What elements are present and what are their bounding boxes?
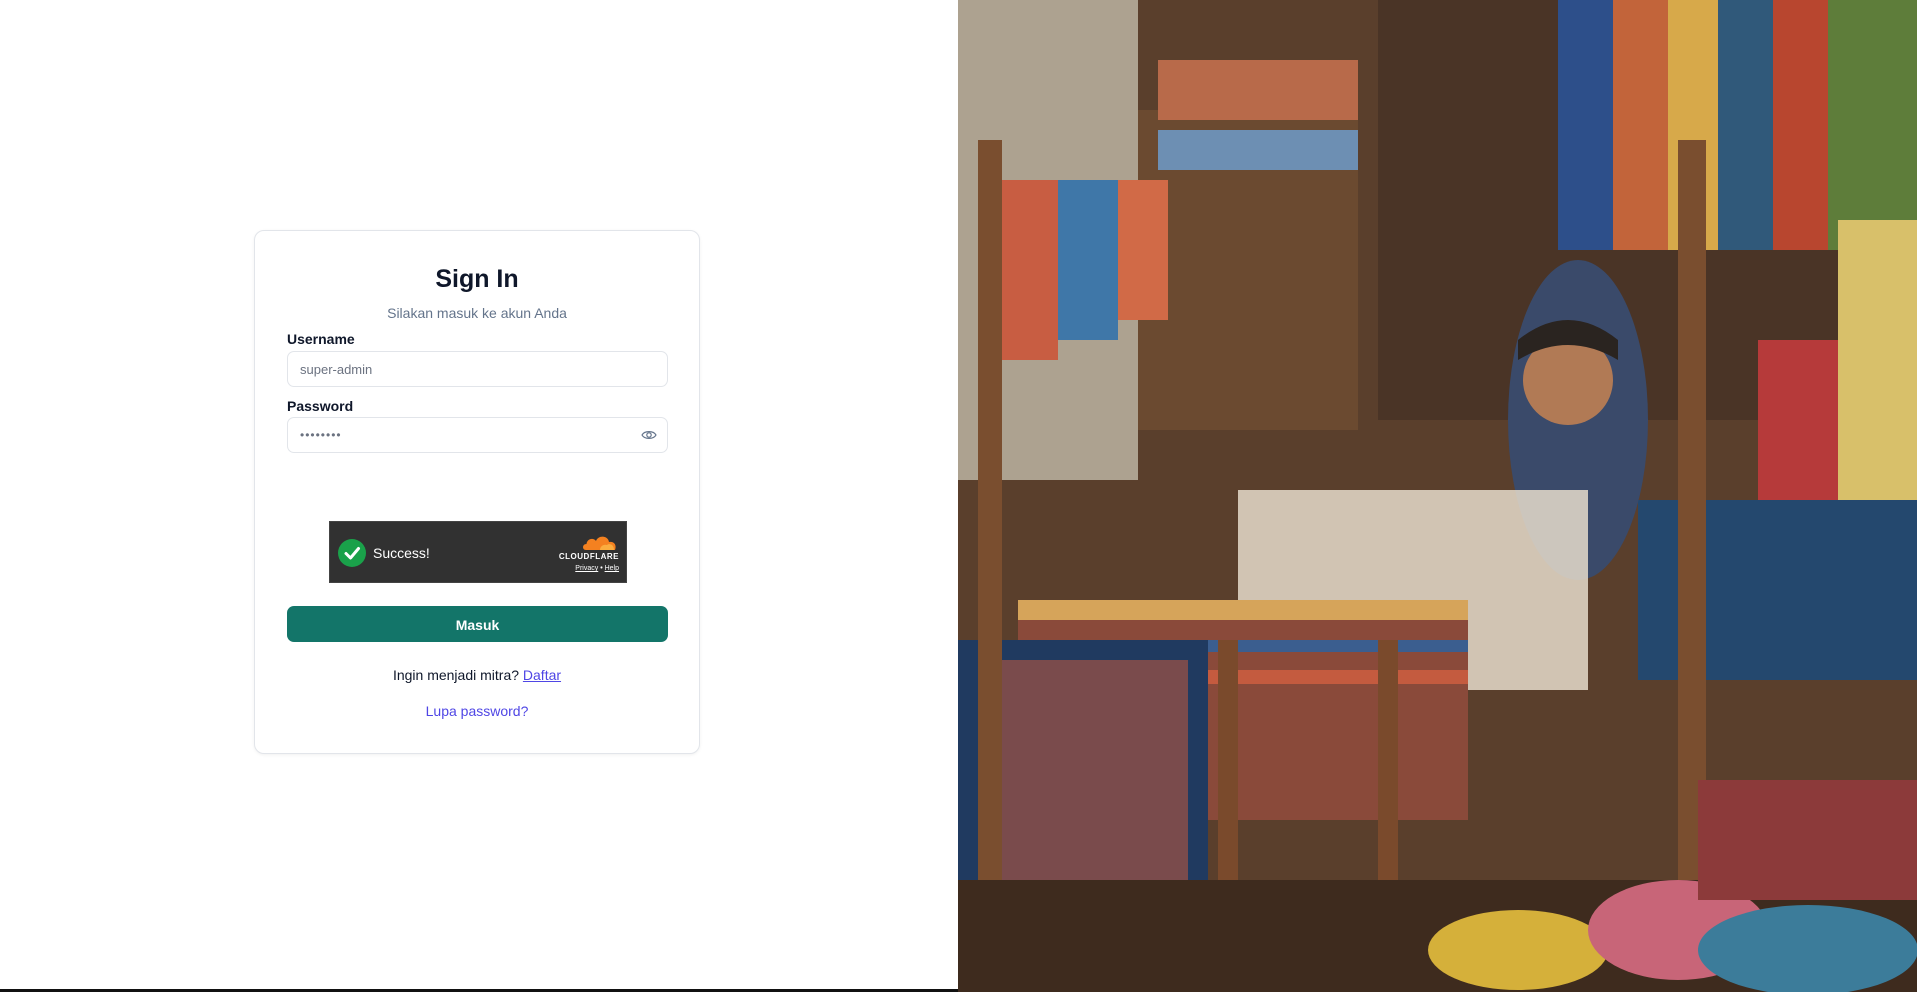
cloud-icon (583, 536, 616, 550)
captcha-separator: • (600, 565, 603, 572)
eye-icon[interactable] (641, 429, 657, 441)
username-label: Username (287, 331, 355, 347)
captcha-privacy-link[interactable]: Privacy (575, 565, 598, 572)
register-link[interactable]: Daftar (523, 667, 561, 683)
captcha-widget[interactable]: Success! CLOUDFLARE Privacy • Help (329, 521, 627, 583)
page-subtitle: Silakan masuk ke akun Anda (387, 305, 567, 321)
forgot-password-link[interactable]: Lupa password? (255, 703, 699, 719)
captcha-status: Success! (373, 545, 430, 561)
password-input[interactable]: •••••••• (287, 417, 668, 453)
login-pane: Sign In Silakan masuk ke akun Anda Usern… (0, 0, 958, 992)
username-input[interactable] (287, 351, 668, 387)
password-value: •••••••• (300, 428, 342, 442)
password-label: Password (287, 398, 354, 414)
captcha-help-link[interactable]: Help (605, 565, 619, 572)
page-title: Sign In (435, 265, 519, 293)
weaving-illustration (958, 0, 1917, 992)
check-circle-icon (338, 539, 366, 567)
register-line: Ingin menjadi mitra? Daftar (255, 667, 699, 683)
captcha-brand: CLOUDFLARE (558, 552, 619, 561)
login-page: Sign In Silakan masuk ke akun Anda Usern… (0, 0, 1917, 992)
register-prompt: Ingin menjadi mitra? (392, 667, 520, 683)
submit-button[interactable]: Masuk (287, 606, 668, 642)
login-card: Sign In Silakan masuk ke akun Anda Usern… (254, 230, 700, 754)
hero-image (958, 0, 1917, 992)
captcha-links: Privacy • Help (575, 565, 619, 572)
